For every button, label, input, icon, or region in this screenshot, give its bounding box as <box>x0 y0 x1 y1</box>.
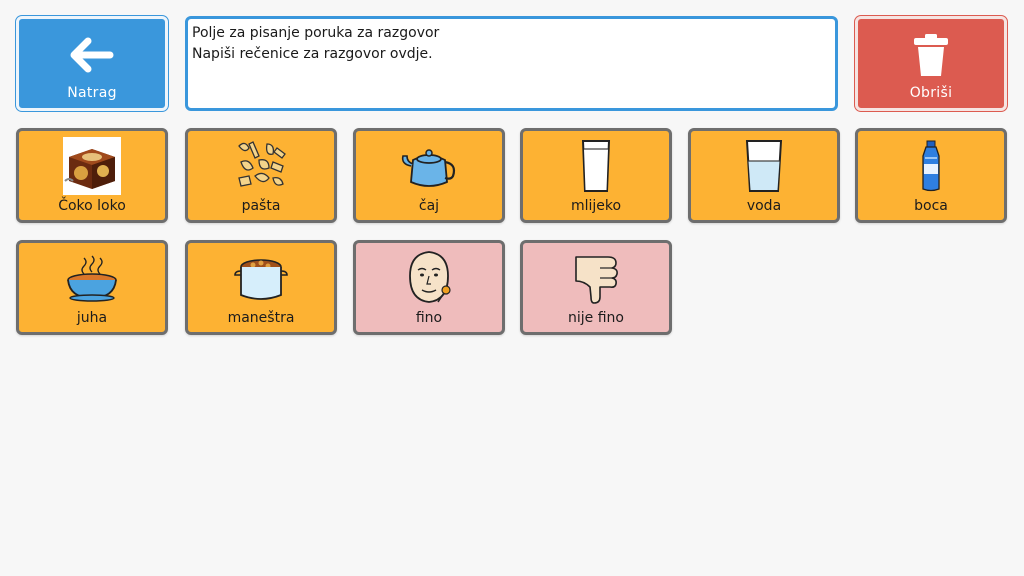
tile-coko-loko[interactable]: Čoko loko <box>16 128 168 223</box>
stew-pot-icon <box>188 249 334 307</box>
teapot-icon <box>356 137 502 195</box>
arrow-left-icon <box>19 33 165 77</box>
trash-icon <box>858 33 1004 77</box>
water-glass-icon <box>691 137 837 195</box>
tile-juha[interactable]: juha <box>16 240 168 335</box>
cocoa-box-icon <box>19 137 165 195</box>
water-bottle-icon <box>858 137 1004 195</box>
soup-bowl-icon <box>19 249 165 307</box>
tile-label: juha <box>76 310 108 326</box>
tile-label: Čoko loko <box>58 198 126 214</box>
message-line-1: Polje za pisanje poruka za razgovor <box>192 25 440 41</box>
tile-label: pašta <box>241 198 281 214</box>
tile-label: maneštra <box>227 310 295 326</box>
message-field[interactable]: Polje za pisanje poruka za razgovor Napi… <box>185 16 838 111</box>
tile-label: voda <box>746 198 782 214</box>
delete-button-label: Obriši <box>909 85 953 101</box>
back-button-label: Natrag <box>67 85 117 101</box>
tile-label: boca <box>914 198 948 214</box>
tile-label: fino <box>415 310 443 326</box>
message-line-2: Napiši rečenice za razgovor ovdje. <box>192 46 433 62</box>
back-button[interactable]: Natrag <box>16 16 168 111</box>
tile-boca[interactable]: boca <box>855 128 1007 223</box>
tile-label: čaj <box>418 198 440 214</box>
tile-label: mlijeko <box>570 198 622 214</box>
tile-caj[interactable]: čaj <box>353 128 505 223</box>
tile-manestra[interactable]: maneštra <box>185 240 337 335</box>
tile-pasta[interactable]: pašta <box>185 128 337 223</box>
yummy-face-icon <box>356 249 502 307</box>
delete-button[interactable]: Obriši <box>855 16 1007 111</box>
thumbs-down-icon <box>523 249 669 307</box>
pasta-icon <box>188 137 334 195</box>
milk-glass-icon <box>523 137 669 195</box>
tile-voda[interactable]: voda <box>688 128 840 223</box>
tile-mlijeko[interactable]: mlijeko <box>520 128 672 223</box>
tile-label: nije fino <box>568 310 624 326</box>
tile-fino[interactable]: fino <box>353 240 505 335</box>
tile-nije-fino[interactable]: nije fino <box>520 240 672 335</box>
